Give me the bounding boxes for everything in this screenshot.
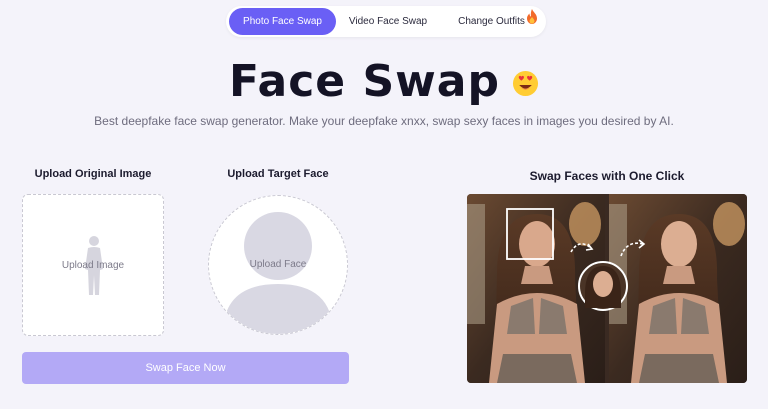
page-header: Face Swap bbox=[0, 52, 768, 110]
page-title: Face Swap bbox=[229, 55, 500, 107]
upload-original-label: Upload Original Image bbox=[34, 168, 152, 180]
tab-video-face-swap[interactable]: Video Face Swap bbox=[336, 8, 440, 35]
demo-title: Swap Faces with One Click bbox=[529, 169, 685, 183]
upload-face-placeholder: Upload Face bbox=[249, 259, 307, 270]
tab-photo-face-swap[interactable]: Photo Face Swap bbox=[229, 8, 336, 35]
mode-tabs: Photo Face Swap Video Face Swap Change O… bbox=[226, 6, 546, 37]
before-after-portrait-illustration bbox=[467, 194, 747, 383]
upload-target-dropzone[interactable]: Upload Face bbox=[208, 195, 348, 335]
tab-change-outfits[interactable]: Change Outfits bbox=[440, 8, 543, 35]
tab-change-outfits-label: Change Outfits bbox=[458, 16, 525, 27]
fire-icon bbox=[527, 9, 537, 24]
heart-eyes-emoji-icon bbox=[512, 70, 539, 96]
demo-illustration bbox=[467, 194, 747, 383]
upload-image-placeholder: Upload Image bbox=[61, 259, 125, 271]
swap-face-button[interactable]: Swap Face Now bbox=[22, 352, 349, 384]
upload-target-label: Upload Target Face bbox=[227, 168, 329, 180]
page-subtitle: Best deepfake face swap generator. Make … bbox=[94, 114, 674, 128]
upload-original-dropzone[interactable]: Upload Image bbox=[22, 194, 164, 336]
